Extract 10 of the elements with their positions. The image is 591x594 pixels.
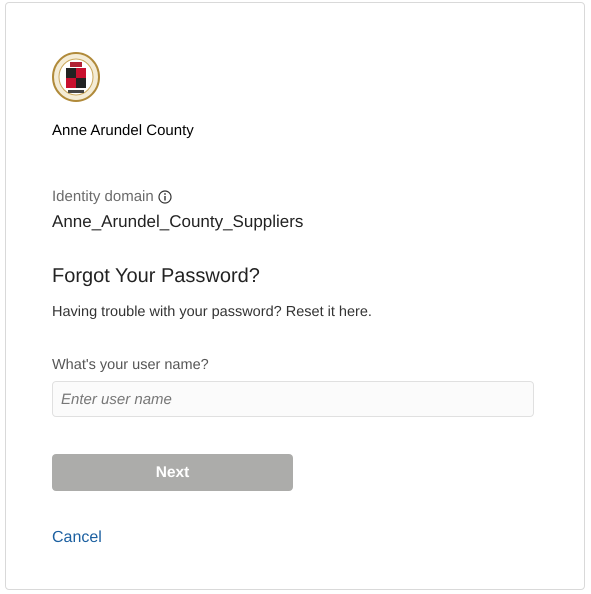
description-text: Having trouble with your password? Reset it here. xyxy=(52,303,372,322)
info-icon[interactable] xyxy=(158,190,172,204)
county-seal-logo xyxy=(52,52,100,102)
page-heading: Forgot Your Password? xyxy=(52,264,260,289)
identity-domain-label: Identity domain xyxy=(52,187,154,207)
username-field[interactable]: Enter user name xyxy=(52,381,534,417)
cancel-link[interactable]: Cancel xyxy=(52,528,102,548)
organization-name: Anne Arundel County xyxy=(52,121,194,141)
username-label: What's your user name? xyxy=(52,356,209,375)
identity-domain-value: Anne_Arundel_County_Suppliers xyxy=(52,211,304,233)
